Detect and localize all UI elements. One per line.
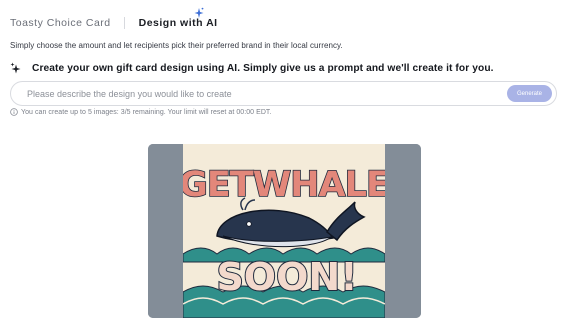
prompt-input[interactable]: [27, 86, 497, 102]
limit-text: You can create up to 5 images: 3/5 remai…: [21, 108, 272, 116]
prompt-field: Generate: [10, 81, 557, 106]
art-title-bottom: SOON!: [216, 255, 357, 299]
tab-bar: Toasty Choice Card Design with AI: [10, 14, 218, 32]
preview-padding-right: [385, 144, 421, 318]
sparkle-icon: [10, 62, 21, 74]
card-artwork: GETWHALE SOON!: [183, 144, 385, 318]
tab-divider: [123, 17, 125, 29]
generate-button[interactable]: Generate: [507, 85, 552, 102]
ai-headline: Create your own gift card design using A…: [10, 62, 494, 74]
tab-toasty-choice-card[interactable]: Toasty Choice Card: [10, 17, 111, 29]
sparkle-icon: [194, 7, 204, 18]
limit-note: You can create up to 5 images: 3/5 remai…: [10, 108, 271, 116]
preview-padding-left: [148, 144, 183, 318]
info-icon: [10, 108, 18, 116]
generated-card-preview[interactable]: GETWHALE SOON!: [148, 144, 421, 318]
whale-icon: [216, 197, 366, 248]
page-description: Simply choose the amount and let recipie…: [10, 41, 343, 50]
card-artwork-svg: GETWHALE SOON!: [183, 164, 385, 318]
art-title-top: GETWHALE: [183, 165, 385, 205]
headline-text: Create your own gift card design using A…: [32, 62, 494, 74]
tab-design-with-ai[interactable]: Design with AI: [139, 17, 218, 29]
